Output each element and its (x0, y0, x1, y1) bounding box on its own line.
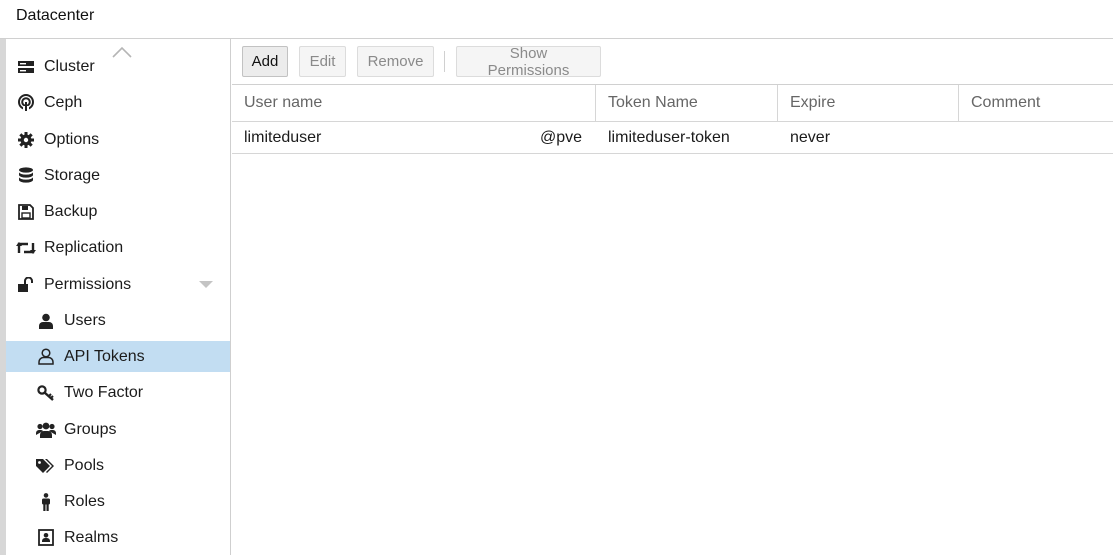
sidebar-item-label: Two Factor (64, 383, 144, 401)
users-icon (36, 420, 56, 440)
cell-user-name: limiteduser (244, 128, 322, 146)
page-title: Datacenter (16, 7, 95, 24)
cell-expire: never (790, 128, 831, 146)
key-icon (36, 383, 56, 403)
sidebar-item-label: Realms (64, 528, 119, 546)
cell-token-name: limiteduser-token (608, 128, 730, 146)
sidebar-item-label: Replication (44, 238, 124, 256)
sidebar-item-label: Ceph (44, 93, 83, 111)
user-icon (36, 311, 56, 331)
toolbar-separator (444, 51, 445, 72)
column-header-token-name[interactable]: Token Name (595, 85, 777, 121)
main-panel: Add Edit Remove Show Permissions User na… (232, 39, 1113, 555)
sidebar-item-label: Backup (44, 202, 98, 220)
sidebar-item-ceph[interactable]: Ceph (6, 87, 230, 118)
sidebar-item-cluster[interactable]: Cluster (6, 51, 230, 82)
table-row[interactable]: limiteduser @pve limiteduser-token never (232, 122, 1113, 154)
retweet-icon (16, 238, 36, 258)
collapse-arrow-icon[interactable] (199, 281, 213, 289)
toolbar: Add Edit Remove Show Permissions (232, 39, 1113, 85)
remove-button[interactable]: Remove (357, 46, 434, 77)
sidebar-item-backup[interactable]: Backup (6, 196, 230, 227)
sidebar-item-replication[interactable]: Replication (6, 232, 230, 263)
address-book-icon (36, 528, 56, 548)
server-icon (16, 57, 36, 77)
column-header-user-name[interactable]: User name (232, 85, 595, 121)
sidebar-item-groups[interactable]: Groups (6, 414, 230, 445)
column-header-expire[interactable]: Expire (777, 85, 958, 121)
sidebar-item-api-tokens[interactable]: API Tokens (6, 341, 230, 372)
male-icon (36, 492, 56, 512)
sidebar-item-label: Options (44, 130, 100, 148)
sidebar-item-storage[interactable]: Storage (6, 160, 230, 191)
sidebar-item-two-factor[interactable]: Two Factor (6, 377, 230, 408)
database-icon (16, 166, 36, 186)
sidebar-item-label: Groups (64, 420, 117, 438)
sidebar-nav: Cluster Ceph Options Storage Backup Repl… (6, 39, 231, 555)
unlock-icon (16, 275, 36, 295)
sidebar-item-users[interactable]: Users (6, 305, 230, 336)
user-outline-icon (36, 347, 56, 367)
sidebar-item-label: Cluster (44, 57, 95, 75)
sidebar-item-options[interactable]: Options (6, 124, 230, 155)
grid-header: User name Token Name Expire Comment (232, 85, 1113, 122)
sidebar-item-pools[interactable]: Pools (6, 450, 230, 481)
edit-button[interactable]: Edit (299, 46, 346, 77)
sidebar-item-roles[interactable]: Roles (6, 486, 230, 517)
sidebar-item-label: Permissions (44, 275, 132, 293)
add-button[interactable]: Add (242, 46, 288, 77)
tags-icon (36, 456, 56, 476)
sidebar-item-label: API Tokens (64, 347, 145, 365)
ceph-icon (16, 93, 36, 113)
column-header-comment[interactable]: Comment (958, 85, 1113, 121)
sidebar-item-label: Users (64, 311, 106, 329)
sidebar-item-realms[interactable]: Realms (6, 522, 230, 553)
show-permissions-button[interactable]: Show Permissions (456, 45, 601, 79)
sidebar-item-label: Roles (64, 492, 105, 510)
sidebar-item-label: Storage (44, 166, 101, 184)
sidebar-item-label: Pools (64, 456, 105, 474)
floppy-icon (16, 202, 36, 222)
title-bar: Datacenter (0, 0, 1113, 39)
sidebar-item-permissions[interactable]: Permissions (6, 269, 230, 300)
api-tokens-grid: User name Token Name Expire Comment limi… (232, 85, 1113, 154)
gear-icon (16, 130, 36, 150)
cell-realm: @pve (540, 128, 583, 146)
